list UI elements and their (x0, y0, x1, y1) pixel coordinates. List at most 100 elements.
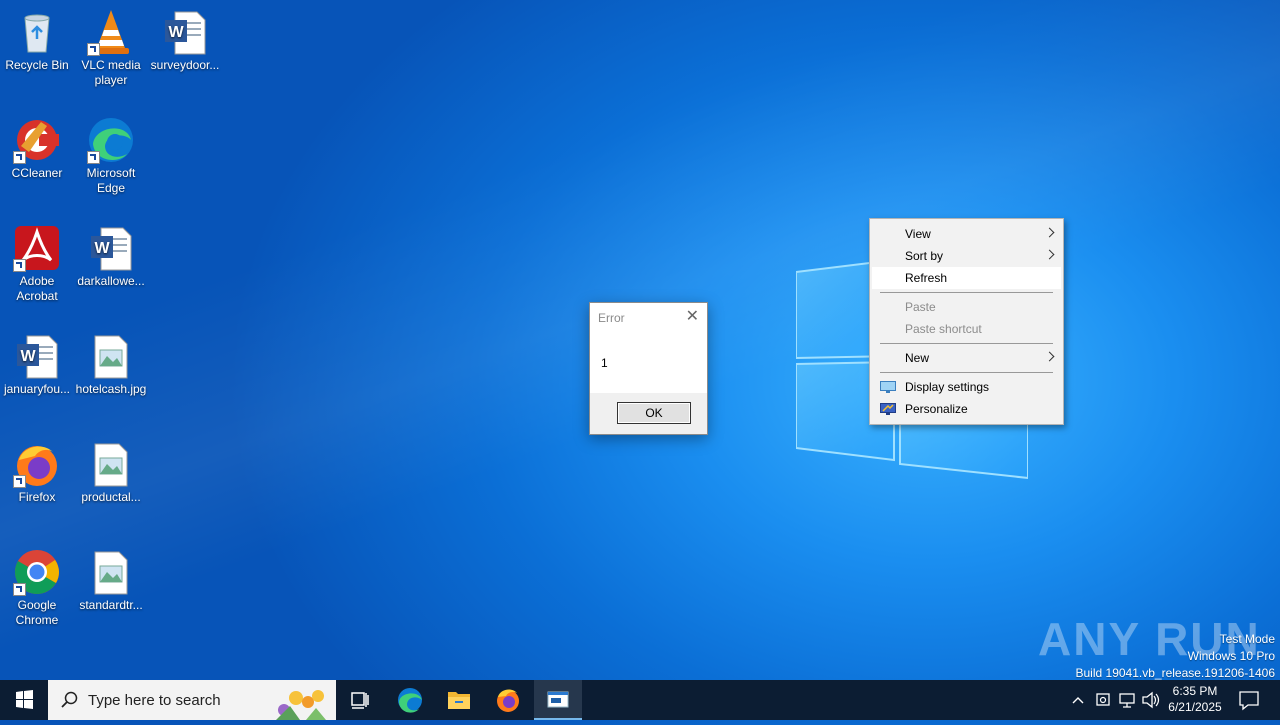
desktop-icon-label: CCleaner (11, 166, 63, 180)
word-doc-icon: W (17, 335, 58, 379)
chevron-right-icon (1044, 249, 1055, 260)
ok-button[interactable]: OK (617, 402, 691, 424)
svg-text:W: W (168, 24, 184, 41)
desktop-icon-label: Adobe Acrobat (16, 274, 58, 303)
shortcut-arrow-icon (87, 43, 100, 56)
clock-date: 6/21/2025 (1168, 700, 1222, 714)
word-doc-icon: W (165, 11, 206, 55)
test-mode-watermark: Test Mode Windows 10 Pro Build 19041.vb_… (1076, 631, 1276, 682)
search-highlight-flowers-icon (276, 690, 326, 720)
desktop-icon-darkallowe[interactable]: W darkallowe... (74, 218, 148, 289)
taskbar-file-explorer-button[interactable] (435, 680, 483, 720)
desktop-icon-label: Google Chrome (15, 598, 59, 627)
desktop-icon-label: productal... (81, 490, 141, 504)
menu-separator (880, 372, 1053, 373)
file-explorer-icon (448, 692, 470, 709)
menu-item-paste[interactable]: Paste (872, 296, 1061, 318)
desktop-icon-label: surveydoor... (150, 58, 220, 72)
taskbar-clock[interactable]: 6:35 PM 6/21/2025 (1160, 683, 1230, 715)
menu-item-label: Paste (905, 300, 936, 314)
desktop-icon-edge[interactable]: Microsoft Edge (74, 110, 148, 196)
menu-item-view[interactable]: View (872, 223, 1061, 245)
taskbar-firefox-button[interactable] (484, 680, 532, 720)
menu-item-label: Paste shortcut (905, 322, 982, 336)
dialog-footer: OK (590, 393, 707, 434)
app-window-icon (547, 691, 569, 708)
desktop-icon-ccleaner[interactable]: CCleaner (0, 110, 74, 181)
shortcut-arrow-icon (13, 151, 26, 164)
menu-item-label: New (905, 351, 930, 365)
shortcut-arrow-icon (13, 259, 26, 272)
firefox-icon (497, 689, 519, 712)
dialog-message: 1 (601, 356, 608, 370)
svg-text:W: W (94, 240, 110, 257)
taskbar-edge-button[interactable] (386, 680, 434, 720)
menu-item-new[interactable]: New (872, 347, 1061, 369)
edge-icon (398, 688, 422, 713)
windows-start-icon (16, 690, 33, 709)
show-hidden-icons-chevron-up-icon[interactable] (1068, 680, 1088, 720)
network-icon[interactable] (1117, 680, 1137, 720)
search-box[interactable]: Type here to search (48, 680, 336, 720)
personalize-icon (880, 403, 896, 415)
taskbar: Type here to search 6:35 PM 6/21/2025 (0, 680, 1280, 720)
desktop-icon-label: januaryfou... (3, 382, 71, 396)
task-view-button[interactable] (336, 680, 384, 720)
menu-item-personalize[interactable]: Personalize (872, 398, 1061, 420)
dialog-title: Error (598, 311, 625, 325)
shortcut-arrow-icon (13, 475, 26, 488)
search-placeholder: Type here to search (88, 692, 221, 709)
desktop-icon-surveydoor[interactable]: W surveydoor... (148, 2, 222, 73)
desktop-icon-label: Firefox (18, 490, 56, 504)
menu-item-label: Personalize (905, 402, 968, 416)
recycle-bin-icon (24, 14, 50, 53)
menu-item-label: Display settings (905, 380, 990, 394)
chevron-right-icon (1044, 227, 1055, 238)
volume-icon[interactable] (1140, 680, 1162, 720)
menu-item-label: View (905, 227, 931, 241)
menu-item-label: Refresh (905, 271, 948, 285)
menu-item-sort-by[interactable]: Sort by (872, 245, 1061, 267)
desktop-icon-label: standardtr... (79, 598, 143, 612)
svg-text:W: W (20, 348, 36, 365)
shortcut-arrow-icon (13, 583, 26, 596)
close-icon[interactable]: ✕ (686, 309, 699, 325)
image-file-icon (94, 443, 128, 487)
desktop-context-menu: View Sort by Refresh Paste Paste shortcu… (869, 218, 1064, 425)
menu-item-label: Sort by (905, 249, 944, 263)
display-settings-icon (880, 381, 896, 393)
error-dialog: Error ✕ 1 OK (589, 302, 708, 435)
desktop-icon-standardtr[interactable]: standardtr... (74, 542, 148, 613)
desktop-icon-label: VLC media player (81, 58, 141, 87)
action-center-notification-icon[interactable] (1234, 680, 1264, 720)
desktop-icon-label: darkallowe... (77, 274, 145, 288)
desktop-icon-label: Recycle Bin (5, 58, 69, 72)
word-doc-icon: W (91, 227, 132, 271)
taskbar-app-window-button[interactable] (534, 680, 582, 720)
search-icon (61, 691, 78, 708)
chevron-right-icon (1044, 351, 1055, 362)
security-shield-icon[interactable] (1093, 680, 1113, 720)
desktop-icon-hotelcash[interactable]: hotelcash.jpg (74, 326, 148, 397)
test-mode-line: Test Mode (1219, 632, 1275, 646)
menu-item-paste-shortcut[interactable]: Paste shortcut (872, 318, 1061, 340)
desktop-icon-januaryfou[interactable]: W januaryfou... (0, 326, 74, 397)
os-edition-line: Windows 10 Pro (1187, 649, 1275, 663)
desktop-icon-firefox[interactable]: Firefox (0, 434, 74, 505)
desktop-icon-label: Microsoft Edge (86, 166, 136, 195)
desktop-icon-productal[interactable]: productal... (74, 434, 148, 505)
menu-separator (880, 292, 1053, 293)
image-file-icon (94, 551, 128, 595)
desktop-icon-recycle-bin[interactable]: Recycle Bin (0, 2, 74, 73)
desktop-icon-chrome[interactable]: Google Chrome (0, 542, 74, 628)
desktop-icon-label: hotelcash.jpg (75, 382, 147, 396)
image-file-icon (94, 335, 128, 379)
start-button[interactable] (0, 680, 48, 720)
menu-item-refresh[interactable]: Refresh (872, 267, 1061, 289)
desktop-icon-vlc[interactable]: VLC media player (74, 2, 148, 88)
task-view-icon (351, 692, 369, 709)
menu-item-display-settings[interactable]: Display settings (872, 376, 1061, 398)
desktop-icon-acrobat[interactable]: Adobe Acrobat (0, 218, 74, 304)
clock-time: 6:35 PM (1172, 684, 1218, 698)
shortcut-arrow-icon (87, 151, 100, 164)
